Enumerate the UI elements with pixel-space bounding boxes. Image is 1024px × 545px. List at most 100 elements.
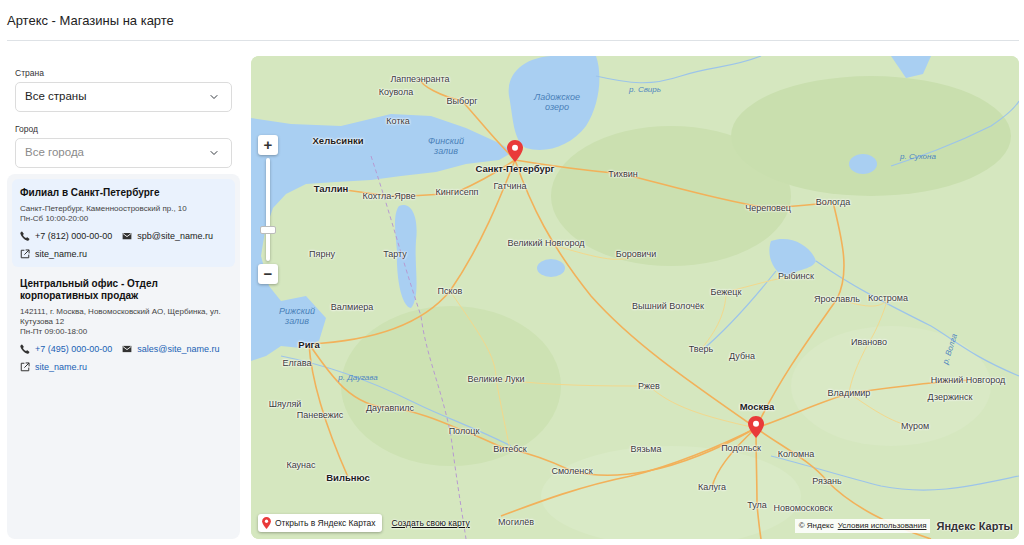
site-link[interactable]: site_name.ru <box>20 361 87 373</box>
filter-field: ГородВсе города <box>15 124 232 168</box>
terms-link[interactable]: Условия использования <box>838 521 927 531</box>
external-link-icon <box>20 362 30 372</box>
city-label: Вильнюс <box>326 472 370 483</box>
city-label: Рига <box>298 339 319 350</box>
zoom-out-button[interactable]: − <box>258 264 278 284</box>
city-label: Каунас <box>286 460 315 471</box>
city-label: Тарту <box>383 249 407 260</box>
store-address: Санкт-Петербург, Каменноостровский пр., … <box>20 204 227 214</box>
site-text: site_name.ru <box>35 361 87 373</box>
city-label: Могилёв <box>498 517 534 528</box>
city-label: Рыбинск <box>778 271 814 282</box>
city-label: Паневежис <box>297 410 344 421</box>
water-label: Ладожское озеро <box>528 92 586 112</box>
city-label: Тихвин <box>608 169 637 180</box>
filter-field: Страна Все страны <box>15 68 232 112</box>
email-link[interactable]: spb@site_name.ru <box>122 230 213 242</box>
map[interactable]: Лаппеэнранта Коувола Котка Выборг Хельсинки С… <box>251 56 1019 539</box>
water-label: Финский залив <box>417 136 475 156</box>
city-label: Москва <box>740 401 775 412</box>
store-site: site_name.ru <box>20 361 227 373</box>
store-contacts: +7 (495) 000-00-00 sales@site_name.ru <box>20 343 227 355</box>
city-label: Санкт-Петербург <box>476 163 555 174</box>
city-label: Тула <box>747 500 767 511</box>
map-pin-icon[interactable] <box>507 138 523 160</box>
envelope-icon <box>122 344 132 354</box>
city-label: Смоленск <box>551 466 592 477</box>
city-label: Шяуляй <box>269 399 302 410</box>
sidebar: Страна Все страны ГородВсе города Филиал в… <box>7 56 240 539</box>
city-label: Калуга <box>698 482 726 493</box>
city-label: Череповец <box>745 203 791 214</box>
city-label: Коломна <box>778 449 815 460</box>
city-label: Новомосковск <box>773 503 832 514</box>
city-label: Валмиера <box>331 302 374 313</box>
city-label: Даугавпилс <box>366 403 414 414</box>
phone-link[interactable]: +7 (812) 000-00-00 <box>20 230 112 242</box>
city-label: Кострома <box>868 293 908 304</box>
copyright-bar: © Яндекс Условия использования <box>795 519 931 533</box>
city-label: Великие Луки <box>468 374 525 385</box>
store-title: Филиал в Санкт-Петербурге <box>20 187 227 199</box>
zoom-handle[interactable] <box>260 226 276 234</box>
city-label: Иваново <box>851 337 887 348</box>
filter-select[interactable]: Все страны <box>15 82 232 112</box>
email-text: sales@site_name.ru <box>137 343 219 355</box>
email-link[interactable]: sales@site_name.ru <box>122 343 219 355</box>
city-label: Псков <box>438 286 463 297</box>
city-label: Котка <box>386 116 409 127</box>
city-label: Подольск <box>721 443 761 454</box>
envelope-icon <box>122 231 132 241</box>
city-label: Муром <box>901 421 929 432</box>
river-label: р. Сухона <box>900 151 936 162</box>
zoom-track[interactable] <box>266 158 270 261</box>
site-link[interactable]: site_name.ru <box>20 248 87 260</box>
store-contacts: +7 (812) 000-00-00 spb@site_name.ru <box>20 230 227 242</box>
city-label: Выборг <box>447 96 478 107</box>
city-label: Гатчина <box>494 181 527 192</box>
header-rule <box>7 40 1019 41</box>
city-label: Ярославль <box>814 294 860 305</box>
phone-text: +7 (495) 000-00-00 <box>35 343 112 355</box>
city-label: Великий Новгород <box>508 238 585 249</box>
city-label: Лаппеэнранта <box>390 74 449 85</box>
city-label: Таллин <box>314 183 349 194</box>
external-link-icon <box>20 249 30 259</box>
city-label: Боровичи <box>616 249 656 260</box>
create-map-link[interactable]: Создать свою карту <box>392 517 470 530</box>
river-label: р. Свирь <box>629 84 661 95</box>
map-pin-icon[interactable] <box>748 414 764 436</box>
store-item[interactable]: Филиал в Санкт-Петербурге Санкт-Петербург… <box>12 179 235 267</box>
city-label: Вологда <box>816 197 850 208</box>
city-label: Коувола <box>379 87 413 98</box>
store-hours: Пн-Сб 10:00-20:00 <box>20 214 227 224</box>
city-label: Кингисепп <box>436 187 479 198</box>
phone-link[interactable]: +7 (495) 000-00-00 <box>20 343 112 355</box>
river-label: р. Даугава <box>338 372 377 383</box>
city-label: Вышний Волочёк <box>632 301 704 312</box>
city-label: Хельсинки <box>313 135 364 146</box>
phone-icon <box>20 231 30 241</box>
city-label: Полоцк <box>449 426 480 437</box>
filter-label: Страна <box>15 68 232 79</box>
zoom-in-button[interactable]: + <box>258 135 278 155</box>
city-label: Тверь <box>689 344 713 355</box>
city-label: Пярну <box>309 249 335 260</box>
store-hours: Пн-Пт 09:00-18:00 <box>20 327 227 337</box>
store-list: Филиал в Санкт-Петербурге Санкт-Петербург… <box>7 174 240 539</box>
open-in-yandex-button[interactable]: Открыть в Яндекс Картах <box>258 514 382 532</box>
phone-icon <box>20 344 30 354</box>
map-pin-icon <box>262 517 271 529</box>
page-title: Артекс - Магазины на карте <box>7 0 1019 29</box>
filter-select: Все города <box>15 138 232 168</box>
map-bottom-right: © Яндекс Условия использования Яндекс Карт… <box>795 519 1013 533</box>
city-label: Дзержинск <box>928 392 973 403</box>
store-item[interactable]: Центральный офис - Отдел корпоративных п… <box>12 270 235 380</box>
city-label: Ржев <box>638 381 660 392</box>
city-label: Бежецк <box>711 287 742 298</box>
copyright-text: © Яндекс <box>799 521 834 531</box>
city-label: Вязьма <box>631 444 662 455</box>
open-in-yandex-text: Открыть в Яндекс Картах <box>275 518 376 529</box>
city-label: Витебск <box>493 444 526 455</box>
yandex-maps-logo[interactable]: Яндекс Карты <box>936 520 1013 533</box>
